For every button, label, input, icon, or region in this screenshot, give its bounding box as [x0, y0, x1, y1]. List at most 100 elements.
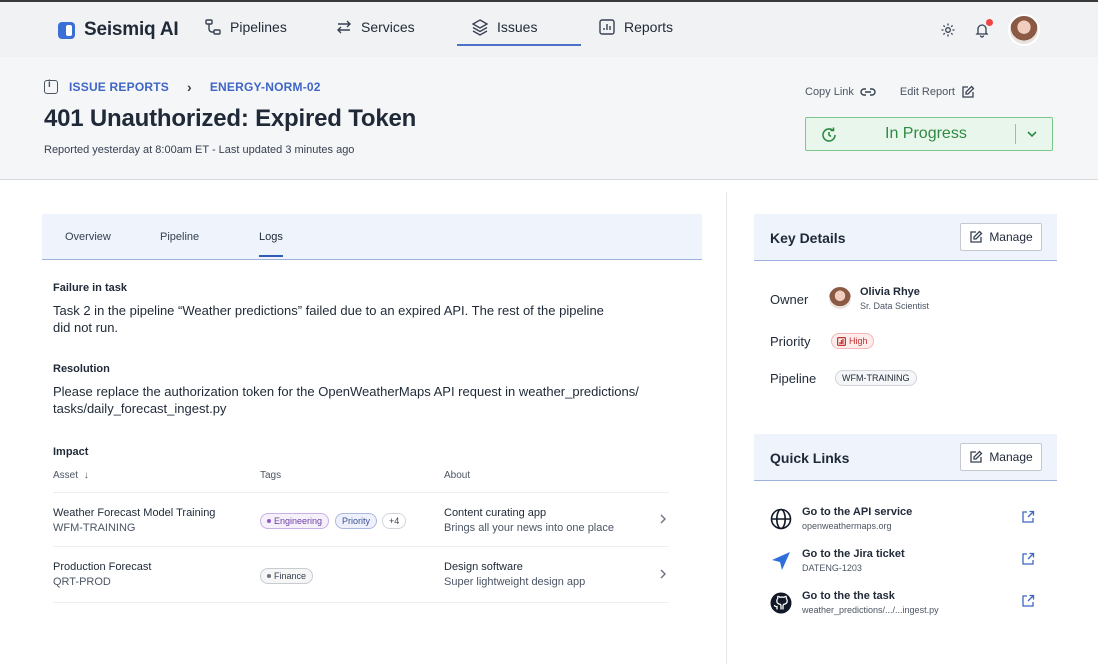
resolution-label: Resolution — [53, 363, 110, 375]
about-subtitle: Super lightweight design app — [444, 576, 586, 588]
info-icon — [44, 79, 58, 94]
pipeline-badge[interactable]: WFM-TRAINING — [835, 370, 917, 386]
priority-value: High — [849, 336, 868, 346]
priority-label: Priority — [770, 334, 811, 349]
quick-link-jira[interactable]: Go to the Jira ticket DATENG-1203 — [770, 546, 1045, 582]
link-icon — [860, 88, 876, 96]
column-header-tags: Tags — [260, 470, 282, 481]
jira-icon — [772, 552, 790, 570]
edit-report-label: Edit Report — [899, 86, 955, 98]
issue-tabs: Overview Pipeline Logs — [42, 214, 702, 260]
chevron-right-icon — [660, 569, 666, 579]
edit-icon — [970, 230, 983, 243]
status-label: In Progress — [885, 125, 967, 142]
manage-label: Manage — [989, 230, 1033, 244]
quick-link-title: Go to the API service — [802, 506, 913, 518]
failure-label: Failure in task — [53, 282, 127, 294]
tab-logs[interactable]: Logs — [259, 231, 283, 257]
github-icon — [770, 592, 792, 614]
about-title: Content curating app — [444, 507, 547, 519]
nav-item-pipelines[interactable]: Pipelines — [204, 18, 287, 36]
signal-bars-icon — [837, 336, 846, 346]
quick-link-title: Go to the Jira ticket — [802, 548, 905, 560]
quick-links-header: Quick Links Manage — [754, 434, 1057, 481]
tab-pipeline[interactable]: Pipeline — [160, 231, 199, 243]
tab-overview[interactable]: Overview — [65, 231, 111, 243]
status-dropdown[interactable]: In Progress — [805, 117, 1053, 151]
app-name: Seismiq AI — [84, 19, 179, 40]
sort-arrow-icon: ↓ — [83, 470, 89, 481]
key-details-card: Key Details Manage Owner Olivia Rhye Sr.… — [754, 214, 1057, 404]
chevron-right-icon: › — [186, 79, 192, 95]
tag-priority: Priority — [335, 513, 378, 529]
tag-dot — [267, 519, 271, 523]
key-details-title: Key Details — [770, 230, 846, 246]
asset-name: Weather Forecast Model Training — [53, 507, 216, 519]
tag-label: Engineering — [274, 516, 323, 526]
external-link-icon — [1022, 510, 1035, 523]
top-nav-bar: Seismiq AI Pipelines Services Issues Rep… — [0, 0, 1098, 57]
owner-label: Owner — [770, 292, 809, 307]
table-row[interactable]: Production Forecast QRT-PROD Finance Des… — [53, 548, 669, 603]
quick-link-subtitle: openweathermaps.org — [802, 521, 892, 531]
edit-icon — [970, 450, 983, 463]
notifications-button[interactable] — [974, 19, 993, 38]
failure-text: Task 2 in the pipeline “Weather predicti… — [53, 303, 604, 335]
copy-link-label: Copy Link — [805, 86, 854, 98]
priority-badge: High — [831, 333, 874, 349]
quick-link-title: Go to the the task — [802, 590, 895, 602]
breadcrumb-root[interactable]: ISSUE REPORTS — [69, 80, 169, 94]
column-header-asset[interactable]: Asset ↓ — [53, 470, 89, 481]
manage-details-button[interactable]: Manage — [960, 223, 1042, 251]
issue-header: ISSUE REPORTS › ENERGY-NORM-02 401 Unaut… — [0, 57, 1098, 180]
chevron-right-icon — [660, 514, 666, 524]
arrows-exchange-icon — [337, 20, 351, 34]
chart-report-icon — [599, 19, 615, 35]
quick-link-task[interactable]: Go to the the task weather_predictions/.… — [770, 588, 1045, 624]
tag-more-count[interactable]: +4 — [382, 513, 407, 529]
external-link-icon — [1022, 594, 1035, 607]
tag-label: Finance — [274, 571, 307, 581]
quick-links-card: Quick Links Manage Go to the API service… — [754, 434, 1057, 624]
column-header-about: About — [444, 470, 471, 481]
breadcrumb: ISSUE REPORTS › ENERGY-NORM-02 — [44, 79, 321, 95]
owner-name[interactable]: Olivia Rhye — [860, 286, 920, 298]
table-row[interactable]: Weather Forecast Model Training WFM-TRAI… — [53, 492, 669, 547]
edit-report-button[interactable]: Edit Report — [900, 85, 975, 99]
about-subtitle: Brings all your news into one place — [444, 522, 614, 534]
app-logo[interactable]: Seismiq AI — [58, 19, 179, 41]
breadcrumb-current[interactable]: ENERGY-NORM-02 — [210, 80, 321, 94]
resolution-text: Please replace the authorization token f… — [53, 384, 639, 416]
refresh-status-icon — [822, 127, 836, 142]
asset-name: Production Forecast — [53, 561, 152, 573]
manage-label: Manage — [989, 450, 1033, 464]
page-title: 401 Unauthorized: Expired Token — [44, 105, 417, 132]
external-link-icon — [1022, 552, 1035, 565]
asset-id: WFM-TRAINING — [53, 522, 136, 534]
tag-finance: Finance — [260, 568, 314, 584]
edit-icon — [962, 85, 975, 98]
notification-dot — [986, 19, 993, 26]
copy-link-button[interactable]: Copy Link — [805, 85, 876, 99]
nav-label-reports: Reports — [624, 19, 674, 35]
manage-links-button[interactable]: Manage — [960, 443, 1042, 471]
asset-id: QRT-PROD — [53, 576, 111, 588]
quick-link-api-service[interactable]: Go to the API service openweathermaps.or… — [770, 504, 1045, 540]
quick-link-subtitle: DATENG-1203 — [802, 563, 862, 573]
chevron-down-icon — [1027, 131, 1037, 138]
owner-role: Sr. Data Scientist — [860, 301, 930, 311]
nav-item-issues[interactable]: Issues — [456, 18, 583, 46]
impact-label: Impact — [53, 446, 89, 458]
pipelines-icon — [205, 19, 221, 35]
issue-meta: Reported yesterday at 8:00am ET - Last u… — [44, 144, 355, 156]
tag-dot — [267, 574, 271, 578]
tag-engineering: Engineering — [260, 513, 330, 529]
nav-item-reports[interactable]: Reports — [598, 18, 673, 36]
globe-icon — [770, 508, 792, 530]
gear-icon[interactable] — [940, 22, 956, 38]
nav-item-services[interactable]: Services — [335, 18, 415, 36]
user-avatar[interactable] — [1008, 14, 1040, 46]
key-details-header: Key Details Manage — [754, 214, 1057, 261]
asset-header-label: Asset — [53, 470, 79, 481]
nav-label-issues: Issues — [497, 19, 538, 35]
